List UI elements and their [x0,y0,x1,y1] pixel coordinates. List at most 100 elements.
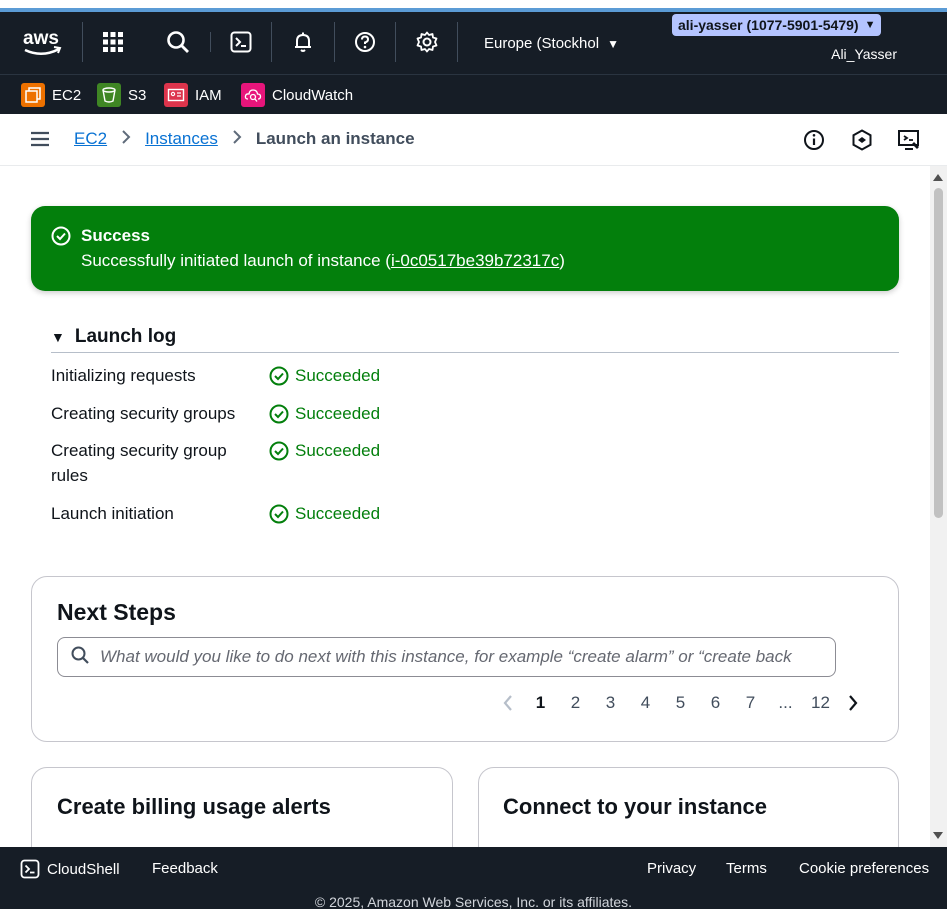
cloudshell-label: CloudShell [47,860,120,878]
check-circle-icon [269,366,289,385]
scroll-up-icon[interactable] [933,174,943,181]
scroll-down-icon[interactable] [933,832,943,839]
copyright: © 2025, Amazon Web Services, Inc. or its… [314,894,633,909]
terms-link[interactable]: Terms [726,860,767,877]
account-menu[interactable]: ali-yasser (1077-5901-5479) ▼ [672,14,882,36]
previous-page-icon[interactable] [493,694,523,712]
divider [395,22,396,62]
launch-log-section: ▼ Launch log Initializing requests Succe… [51,321,899,523]
feedback-link[interactable]: Feedback [152,860,218,877]
cookie-preferences-link[interactable]: Cookie preferences [799,860,929,877]
card-title: Connect to your instance [503,794,768,819]
account-label: ali-yasser (1077-5901-5479) [678,17,859,33]
favorite-iam[interactable]: IAM [164,83,222,107]
iam-id-card-icon [164,83,188,107]
check-circle-icon [269,504,289,523]
chevron-right-icon [121,129,131,149]
aws-logo[interactable]: aws [22,26,62,60]
next-steps-card: Next Steps 1 2 3 4 5 6 7 ... 12 [31,576,899,742]
display-settings-icon[interactable] [897,128,921,152]
page-6[interactable]: 6 [698,693,733,713]
favorite-ec2[interactable]: EC2 [21,83,81,107]
log-row-label: Launch initiation [51,504,174,523]
services-grid-icon[interactable] [99,28,127,56]
page-ellipsis: ... [778,693,793,712]
log-row-status: Succeeded [269,501,380,526]
divider [210,32,211,52]
favorite-label: CloudWatch [272,86,354,104]
s3-bucket-icon [97,83,121,107]
status-text: Succeeded [295,441,381,460]
scrollbar-thumb[interactable] [934,188,943,518]
ec2-icon [21,83,45,107]
alert-message-suffix: ) [559,251,565,270]
page-7[interactable]: 7 [733,693,768,713]
status-text: Succeeded [295,504,381,523]
divider [334,22,335,62]
region-selector[interactable]: Europe (Stockhol ▼ [484,35,619,52]
log-row-status: Succeeded [269,401,380,426]
menu-hamburger-icon[interactable] [30,130,50,153]
svg-text:aws: aws [23,28,59,49]
next-steps-search [57,637,836,677]
page-2[interactable]: 2 [558,693,593,713]
success-alert: Success Successfully initiated launch of… [31,206,899,291]
instance-id-link[interactable]: i-0c0517be39b72317c [391,251,559,270]
breadcrumb-bar: EC2 Instances Launch an instance [0,114,947,166]
connect-instance-card: Connect to your instance [478,767,899,847]
page-5[interactable]: 5 [663,693,698,713]
cloudwatch-icon [241,83,265,107]
page-3[interactable]: 3 [593,693,628,713]
page-1[interactable]: 1 [523,693,558,713]
favorite-label: IAM [195,86,222,104]
feedback-hexagon-icon[interactable] [850,128,874,152]
favorites-bar: EC2 S3 IAM CloudWatch [0,74,947,114]
next-steps-search-input[interactable] [100,647,820,667]
main-content: Success Successfully initiated launch of… [0,166,930,847]
page-12[interactable]: 12 [803,693,838,713]
vertical-scrollbar[interactable] [930,166,947,847]
status-text: Succeeded [295,404,381,423]
page-4[interactable]: 4 [628,693,663,713]
status-text: Succeeded [295,366,381,385]
caret-down-icon: ▼ [864,19,876,31]
alert-message-prefix: Successfully initiated launch of instanc… [81,251,391,270]
log-row-status: Succeeded [269,438,380,463]
console-footer: CloudShell Feedback Privacy Terms Cookie… [0,847,947,909]
aws-top-nav: aws Europe (Stockhol ▼ ali-yasser (1077-… [0,12,947,74]
breadcrumb-current: Launch an instance [255,129,415,148]
cloudshell-icon[interactable] [227,28,255,56]
log-row-status: Succeeded [269,363,380,388]
info-icon[interactable] [802,128,826,152]
launch-log-title: Launch log [74,325,177,347]
help-icon[interactable] [351,28,379,56]
notifications-bell-icon[interactable] [289,28,317,56]
check-circle-icon [51,226,71,251]
alert-message: Successfully initiated launch of instanc… [81,251,565,271]
check-circle-icon [269,404,289,423]
chevron-right-icon [232,129,242,149]
search-icon[interactable] [164,28,192,56]
log-row-label: Initializing requests [51,366,196,385]
breadcrumb-instances-link[interactable]: Instances [145,129,218,149]
cloudshell-icon [20,859,40,879]
breadcrumb: EC2 Instances Launch an instance [74,129,415,149]
cloudshell-button[interactable]: CloudShell [20,859,120,879]
next-page-icon[interactable] [838,694,868,712]
caret-down-icon: ▼ [51,328,65,345]
favorite-s3[interactable]: S3 [97,83,146,107]
username: Ali_Yasser [831,46,897,62]
pagination: 1 2 3 4 5 6 7 ... 12 [493,693,868,713]
breadcrumb-ec2-link[interactable]: EC2 [74,129,107,149]
favorite-cloudwatch[interactable]: CloudWatch [241,83,353,107]
card-title: Create billing usage alerts [57,794,331,819]
billing-alerts-card: Create billing usage alerts [31,767,453,847]
privacy-link[interactable]: Privacy [647,860,696,877]
settings-gear-icon[interactable] [413,28,441,56]
favorite-label: EC2 [52,86,82,104]
alert-title: Success [81,226,150,245]
search-icon [70,645,90,670]
region-label: Europe (Stockhol [484,35,600,52]
launch-log-toggle[interactable]: ▼ Launch log [51,321,899,353]
next-steps-title: Next Steps [57,599,176,625]
